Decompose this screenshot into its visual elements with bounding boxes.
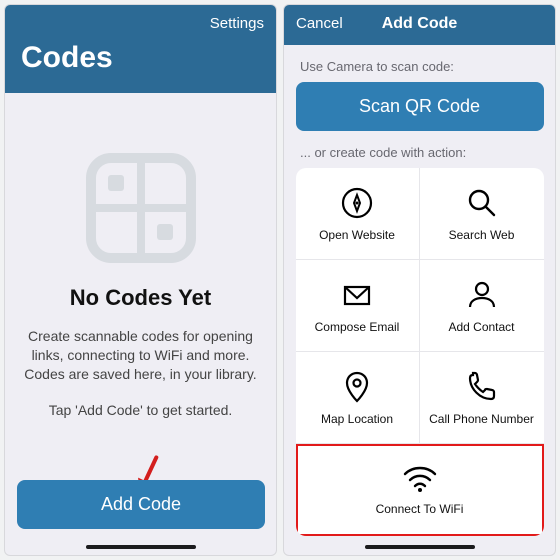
scan-section-label: Use Camera to scan code: — [300, 59, 454, 74]
empty-state: No Codes Yet Create scannable codes for … — [5, 93, 276, 555]
settings-link[interactable]: Settings — [210, 15, 264, 32]
empty-hint: Tap 'Add Code' to get started. — [49, 402, 233, 418]
action-label: Connect To WiFi — [376, 502, 464, 516]
action-label: Map Location — [321, 412, 393, 426]
empty-title: No Codes Yet — [70, 285, 211, 311]
magnify-icon — [465, 186, 499, 220]
action-search-web[interactable]: Search Web — [420, 168, 544, 260]
action-add-contact[interactable]: Add Contact — [420, 260, 544, 352]
add-code-button[interactable]: Add Code — [17, 480, 265, 529]
envelope-icon — [340, 278, 374, 312]
action-label: Open Website — [319, 228, 395, 242]
qr-placeholder-icon — [86, 153, 196, 263]
screen-codes-library: Settings Codes No Codes Yet Create scann… — [4, 4, 277, 556]
map-pin-icon — [340, 370, 374, 404]
phone-icon — [465, 370, 499, 404]
cancel-button[interactable]: Cancel — [296, 15, 343, 32]
empty-description: Create scannable codes for opening links… — [17, 327, 264, 384]
navbar: Settings Codes — [5, 5, 276, 93]
wifi-icon — [402, 464, 438, 494]
compass-icon — [340, 186, 374, 220]
action-grid: Open Website Search Web Compose Email Ad… — [296, 168, 544, 536]
action-label: Search Web — [449, 228, 515, 242]
action-call-phone[interactable]: Call Phone Number — [420, 352, 544, 444]
action-open-website[interactable]: Open Website — [296, 168, 420, 260]
scan-qr-button[interactable]: Scan QR Code — [296, 82, 544, 131]
navbar: Cancel Add Code — [284, 5, 555, 45]
action-connect-wifi[interactable]: Connect To WiFi — [296, 444, 544, 536]
person-icon — [465, 278, 499, 312]
action-compose-email[interactable]: Compose Email — [296, 260, 420, 352]
action-label: Add Contact — [448, 320, 514, 334]
action-label: Compose Email — [315, 320, 400, 334]
action-map-location[interactable]: Map Location — [296, 352, 420, 444]
home-indicator — [86, 545, 196, 549]
home-indicator — [365, 545, 475, 549]
create-section-label: ... or create code with action: — [300, 145, 466, 160]
action-label: Call Phone Number — [429, 412, 534, 426]
screen-add-code: Cancel Add Code Use Camera to scan code:… — [283, 4, 556, 556]
